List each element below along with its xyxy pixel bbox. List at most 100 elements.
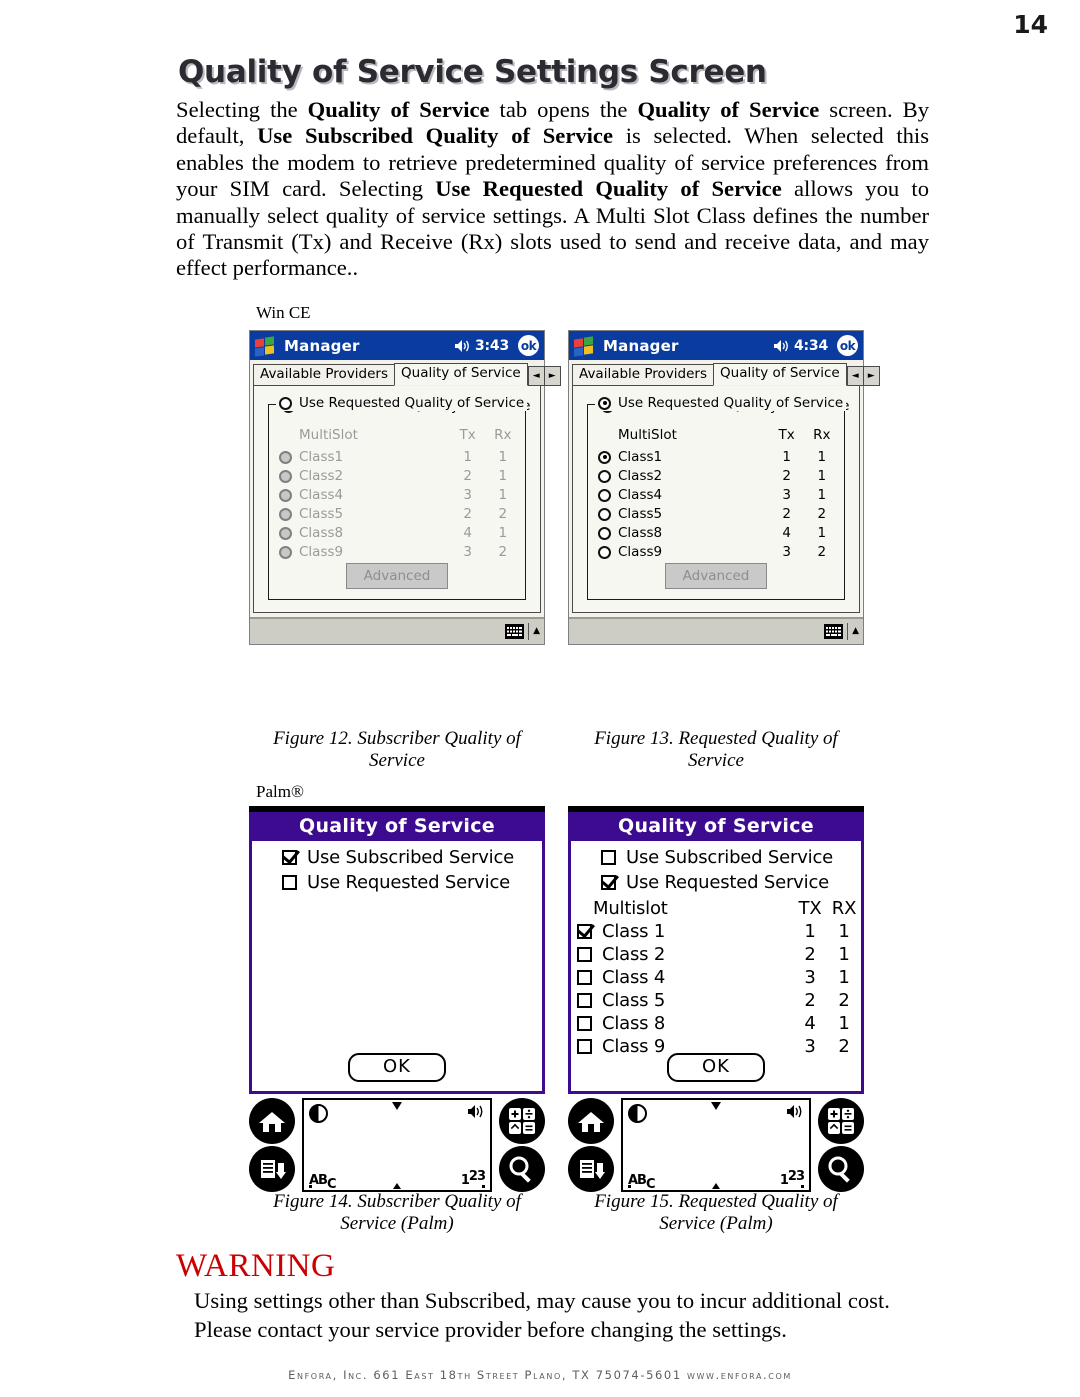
table-row[interactable]: Class2 2 1	[592, 467, 840, 486]
taskbar-up-arrow-icon[interactable]: ▲	[847, 622, 859, 640]
checkbox-requested-indicator[interactable]	[601, 875, 616, 890]
keyboard-icon[interactable]	[505, 623, 525, 639]
th-multislot: Multislot	[593, 898, 668, 919]
checkbox-use-subscribed[interactable]: Use Subscribed Service	[252, 847, 542, 868]
table-row[interactable]: Class4 3 1	[592, 486, 840, 505]
class-tx: 3	[463, 487, 472, 503]
radio-requested-indicator[interactable]	[279, 396, 292, 410]
volume-icon[interactable]	[786, 1104, 804, 1119]
volume-icon[interactable]	[467, 1104, 485, 1119]
graffiti-writing-area[interactable]: ABC 123	[302, 1098, 492, 1192]
calculator-icon[interactable]	[499, 1098, 545, 1144]
tab-prev-arrow-icon[interactable]: ◄	[848, 367, 863, 385]
class-tx: 3	[804, 967, 816, 988]
radio-class-indicator[interactable]	[279, 450, 292, 464]
ok-button[interactable]: ok	[518, 335, 539, 356]
table-row[interactable]: Class 2 2 1	[571, 943, 861, 966]
checkbox-use-requested[interactable]: Use Requested Service	[571, 872, 861, 893]
table-row[interactable]: Class5 2 2	[273, 505, 521, 524]
class-tx: 2	[804, 990, 816, 1011]
radio-class-indicator[interactable]	[279, 507, 292, 521]
checkbox-class-indicator[interactable]	[577, 993, 592, 1008]
keyboard-icon[interactable]	[824, 623, 844, 639]
table-row[interactable]: Class2 2 1	[273, 467, 521, 486]
tab-available-providers[interactable]: Available Providers	[572, 364, 715, 386]
menu-icon[interactable]	[249, 1146, 295, 1192]
radio-requested-indicator[interactable]	[598, 396, 611, 410]
ok-button[interactable]: OK	[348, 1053, 446, 1082]
taskbar-up-arrow-icon[interactable]: ▲	[528, 622, 540, 640]
ok-button[interactable]: OK	[667, 1053, 765, 1082]
home-icon[interactable]	[249, 1098, 295, 1144]
table-row[interactable]: Class 1 1 1	[571, 920, 861, 943]
advanced-button[interactable]: Advanced	[664, 563, 768, 589]
table-header-row: Multislot TX RX	[571, 897, 861, 920]
checkbox-requested-indicator[interactable]	[282, 875, 297, 890]
checkbox-subscribed-indicator[interactable]	[282, 850, 297, 865]
checkbox-class-indicator[interactable]	[577, 1016, 592, 1031]
radio-class-indicator[interactable]	[279, 545, 292, 559]
calculator-icon[interactable]	[818, 1098, 864, 1144]
graffiti-abc-label: ABC	[309, 1173, 336, 1192]
checkbox-use-requested[interactable]: Use Requested Service	[252, 872, 542, 893]
checkbox-class-indicator[interactable]	[577, 924, 592, 939]
class-rx: 1	[817, 525, 827, 541]
table-row[interactable]: Class8 4 1	[592, 524, 840, 543]
checkbox-class-indicator[interactable]	[577, 970, 592, 985]
table-row[interactable]: Class9 3 2	[273, 543, 521, 562]
tab-next-arrow-icon[interactable]: ►	[862, 367, 879, 385]
tab-scroll-arrows: ◄ ►	[527, 366, 561, 386]
table-row[interactable]: Class5 2 2	[592, 505, 840, 524]
radio-requested-label: Use Requested Quality of Service	[299, 395, 525, 411]
tab-next-arrow-icon[interactable]: ►	[543, 367, 560, 385]
palm-screen: Quality of Service Use Subscribed Servic…	[249, 812, 545, 1094]
radio-class-indicator[interactable]	[598, 545, 611, 559]
radio-use-requested[interactable]: Use Requested Quality of Service	[595, 395, 847, 411]
wince-body: Available Providers Quality of Service ◄…	[250, 360, 561, 644]
radio-class-indicator[interactable]	[598, 469, 611, 483]
table-row[interactable]: Class8 4 1	[273, 524, 521, 543]
radio-class-indicator[interactable]	[279, 526, 292, 540]
palm-content: Use Subscribed Service Use Requested Ser…	[252, 841, 542, 893]
tab-quality-of-service[interactable]: Quality of Service	[394, 363, 528, 386]
radio-class-indicator[interactable]	[279, 488, 292, 502]
search-icon[interactable]	[499, 1146, 545, 1192]
menu-icon[interactable]	[568, 1146, 614, 1192]
radio-class-indicator[interactable]	[598, 488, 611, 502]
class-label: Class8	[618, 525, 663, 541]
radio-class-indicator[interactable]	[598, 526, 611, 540]
contrast-icon[interactable]	[628, 1104, 647, 1123]
windows-logo-icon	[252, 333, 278, 358]
speaker-icon[interactable]	[773, 339, 789, 353]
search-icon[interactable]	[818, 1146, 864, 1192]
table-row[interactable]: Class1 1 1	[592, 448, 840, 467]
checkbox-use-subscribed[interactable]: Use Subscribed Service	[571, 847, 861, 868]
radio-class-indicator[interactable]	[598, 507, 611, 521]
tab-quality-of-service[interactable]: Quality of Service	[713, 363, 847, 386]
radio-use-requested[interactable]: Use Requested Quality of Service	[276, 395, 528, 411]
table-row[interactable]: Class 8 4 1	[571, 1012, 861, 1035]
contrast-icon[interactable]	[309, 1104, 328, 1123]
table-row[interactable]: Class1 1 1	[273, 448, 521, 467]
radio-class-indicator[interactable]	[279, 469, 292, 483]
home-icon[interactable]	[568, 1098, 614, 1144]
checkbox-class-indicator[interactable]	[577, 947, 592, 962]
advanced-button[interactable]: Advanced	[345, 563, 449, 589]
table-row[interactable]: Class9 3 2	[592, 543, 840, 562]
radio-requested-label: Use Requested Quality of Service	[618, 395, 844, 411]
table-row[interactable]: Class 5 2 2	[571, 989, 861, 1012]
graffiti-dot-right	[801, 1185, 804, 1188]
class-rx: 1	[838, 1013, 850, 1034]
speaker-icon[interactable]	[454, 339, 470, 353]
ok-button[interactable]: ok	[837, 335, 858, 356]
radio-class-indicator[interactable]	[598, 450, 611, 464]
checkbox-subscribed-indicator[interactable]	[601, 850, 616, 865]
graffiti-writing-area[interactable]: ABC 123	[621, 1098, 811, 1192]
tab-available-providers[interactable]: Available Providers	[253, 364, 396, 386]
table-row[interactable]: Class 4 3 1	[571, 966, 861, 989]
checkbox-subscribed-label: Use Subscribed Service	[626, 847, 834, 868]
checkbox-class-indicator[interactable]	[577, 1039, 592, 1054]
tab-prev-arrow-icon[interactable]: ◄	[529, 367, 544, 385]
palm-multislot-table: Multislot TX RX Class 1 1 1 Class 2 2 1 …	[571, 897, 861, 1058]
table-row[interactable]: Class4 3 1	[273, 486, 521, 505]
